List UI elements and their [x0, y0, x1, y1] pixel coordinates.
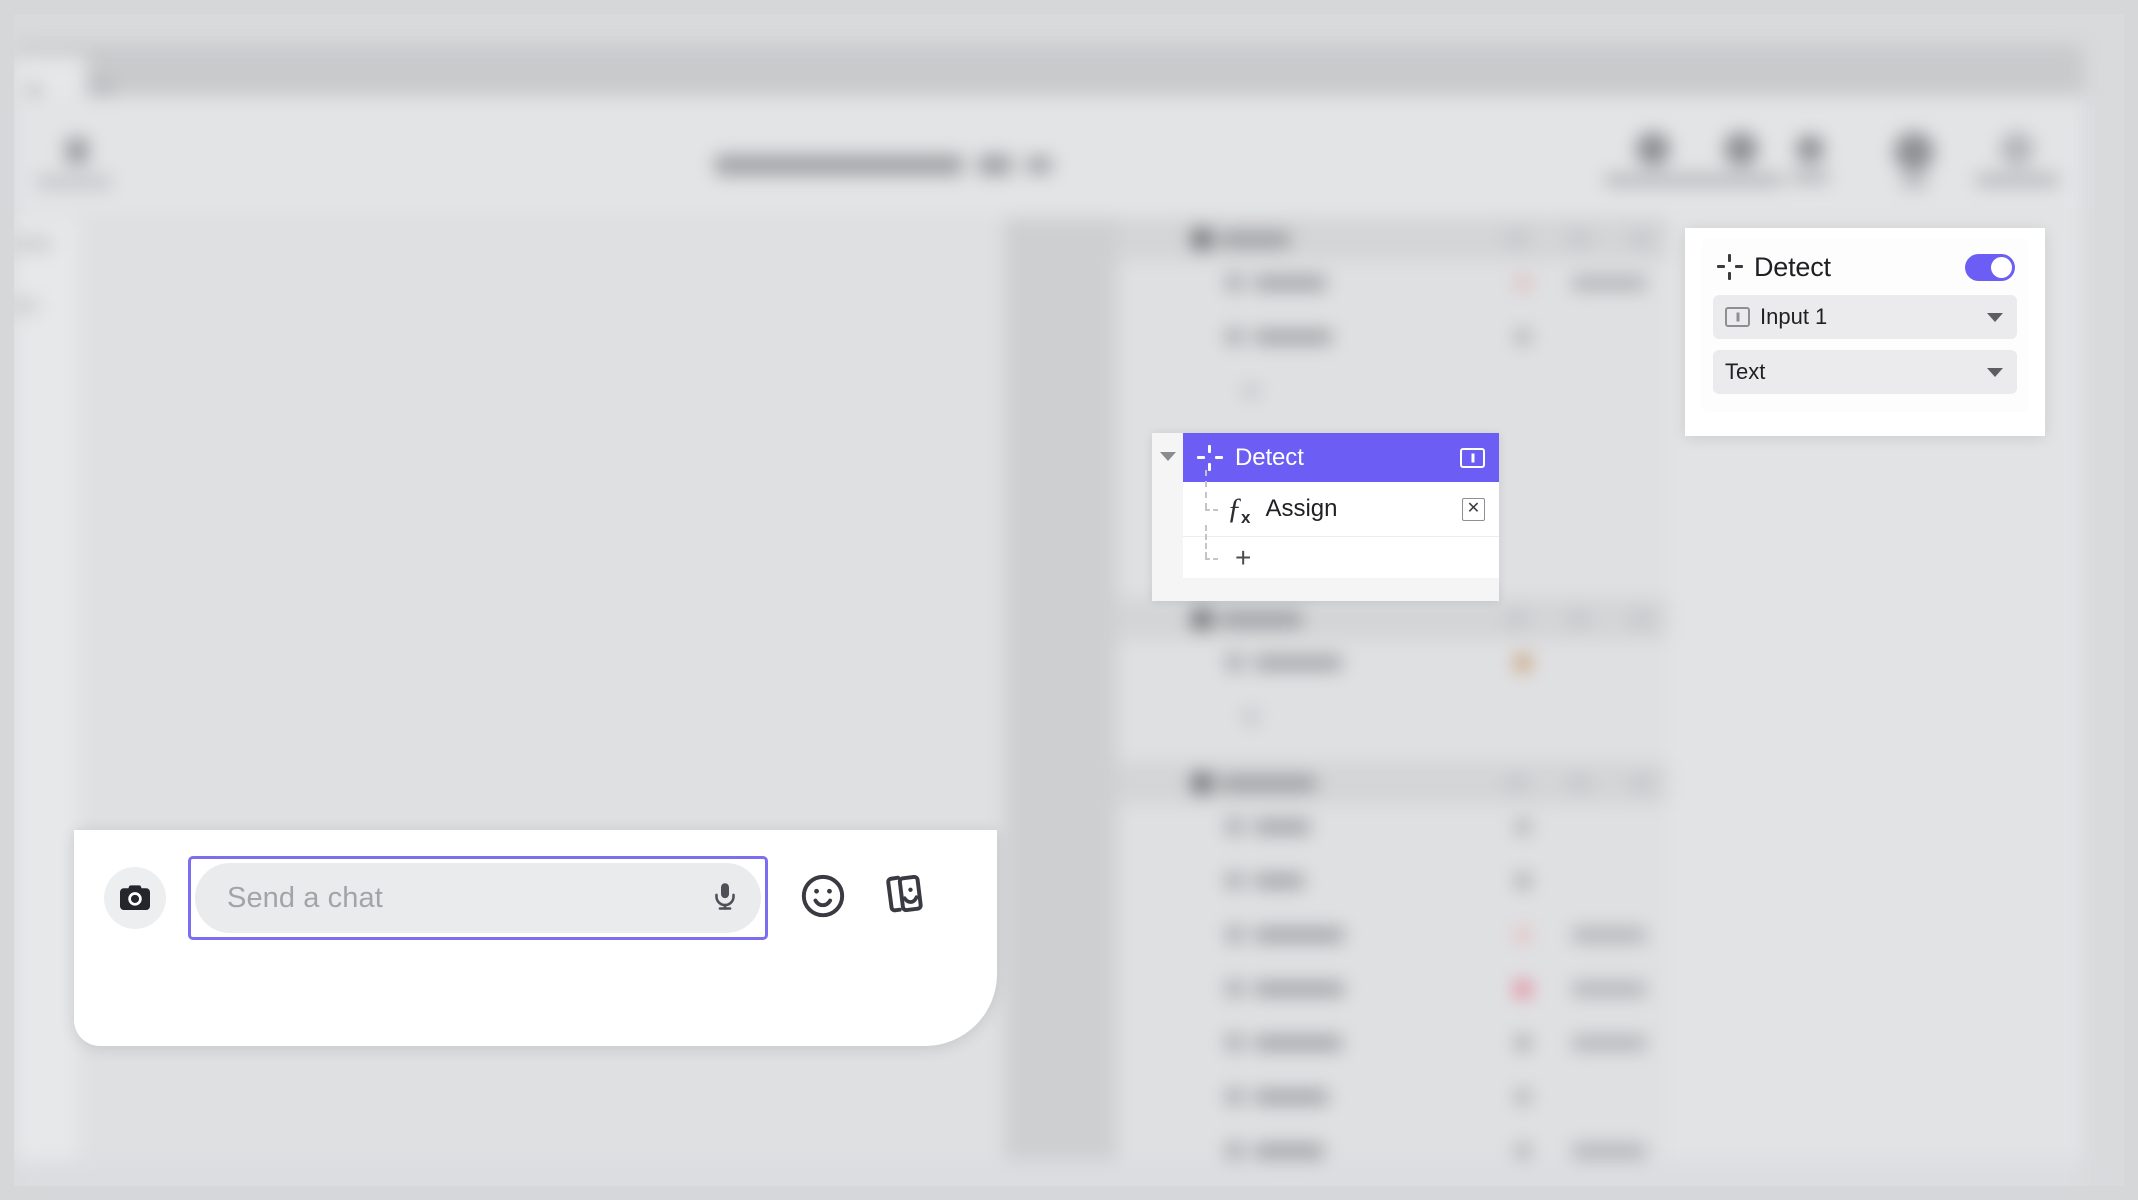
input-port-icon: [1725, 307, 1750, 327]
status-bar-ghost: [14, 1160, 2084, 1200]
camera-button[interactable]: [104, 867, 166, 929]
detect-node-card[interactable]: Detect ƒx Assign ✕ +: [1152, 433, 1499, 601]
chat-input-placeholder: Send a chat: [227, 881, 383, 914]
input-select[interactable]: Input 1: [1713, 295, 2017, 339]
node-title: Detect: [1235, 443, 1304, 471]
detect-properties-panel[interactable]: Detect Input 1 Text: [1685, 228, 2045, 436]
crosshair-icon: [1197, 444, 1223, 471]
viewport-ghost: [1004, 218, 1116, 1200]
microphone-icon: [715, 882, 735, 910]
smiley-face-icon: [801, 874, 845, 917]
node-footer: [1183, 578, 1499, 601]
node-header[interactable]: Detect: [1183, 433, 1499, 482]
input-select-value: Input 1: [1760, 304, 1828, 329]
input-port-icon[interactable]: [1460, 447, 1485, 468]
screen-root: Detect Input 1 Text Detect ƒx Assign ✕ +…: [0, 0, 2138, 1200]
microphone-button[interactable]: [709, 880, 741, 917]
crosshair-icon: [1717, 254, 1743, 280]
node-row-assign[interactable]: ƒx Assign ✕: [1183, 470, 1499, 537]
plus-icon: +: [1235, 541, 1252, 573]
type-select[interactable]: Text: [1713, 350, 2017, 394]
triangle-down-icon: [1159, 452, 1176, 461]
document-title-ghost: [715, 155, 963, 175]
panel-title: Detect: [1754, 251, 1831, 282]
fx-icon: ƒx: [1227, 492, 1251, 527]
type-select-value: Text: [1725, 359, 1766, 384]
panel-header: Detect: [1713, 250, 2017, 284]
chevron-down-icon: [1987, 312, 2003, 322]
sticker-button[interactable]: [876, 869, 930, 928]
tree-connector: [1199, 525, 1227, 578]
emoji-button[interactable]: [798, 871, 848, 926]
window-title-bar: [14, 44, 2084, 96]
canvas-ghost: [78, 218, 1004, 1200]
add-parameter-button[interactable]: +: [1183, 525, 1499, 578]
camera-icon: [120, 885, 150, 910]
node-row-label: Assign: [1265, 495, 1338, 522]
window-tab: [14, 56, 86, 100]
close-box-icon[interactable]: ✕: [1462, 497, 1485, 521]
detect-enable-toggle[interactable]: [1965, 253, 2015, 281]
stickers-cards-icon: [886, 874, 923, 912]
toggle-knob: [1991, 256, 2012, 278]
left-rail-ghost: [14, 218, 78, 1200]
tree-connector: [1199, 470, 1227, 536]
chat-input-field[interactable]: Send a chat: [188, 856, 768, 940]
chevron-down-icon: [1987, 367, 2003, 377]
chat-bar: Send a chat: [74, 830, 997, 1046]
node-collapse-toggle[interactable]: [1152, 433, 1183, 601]
